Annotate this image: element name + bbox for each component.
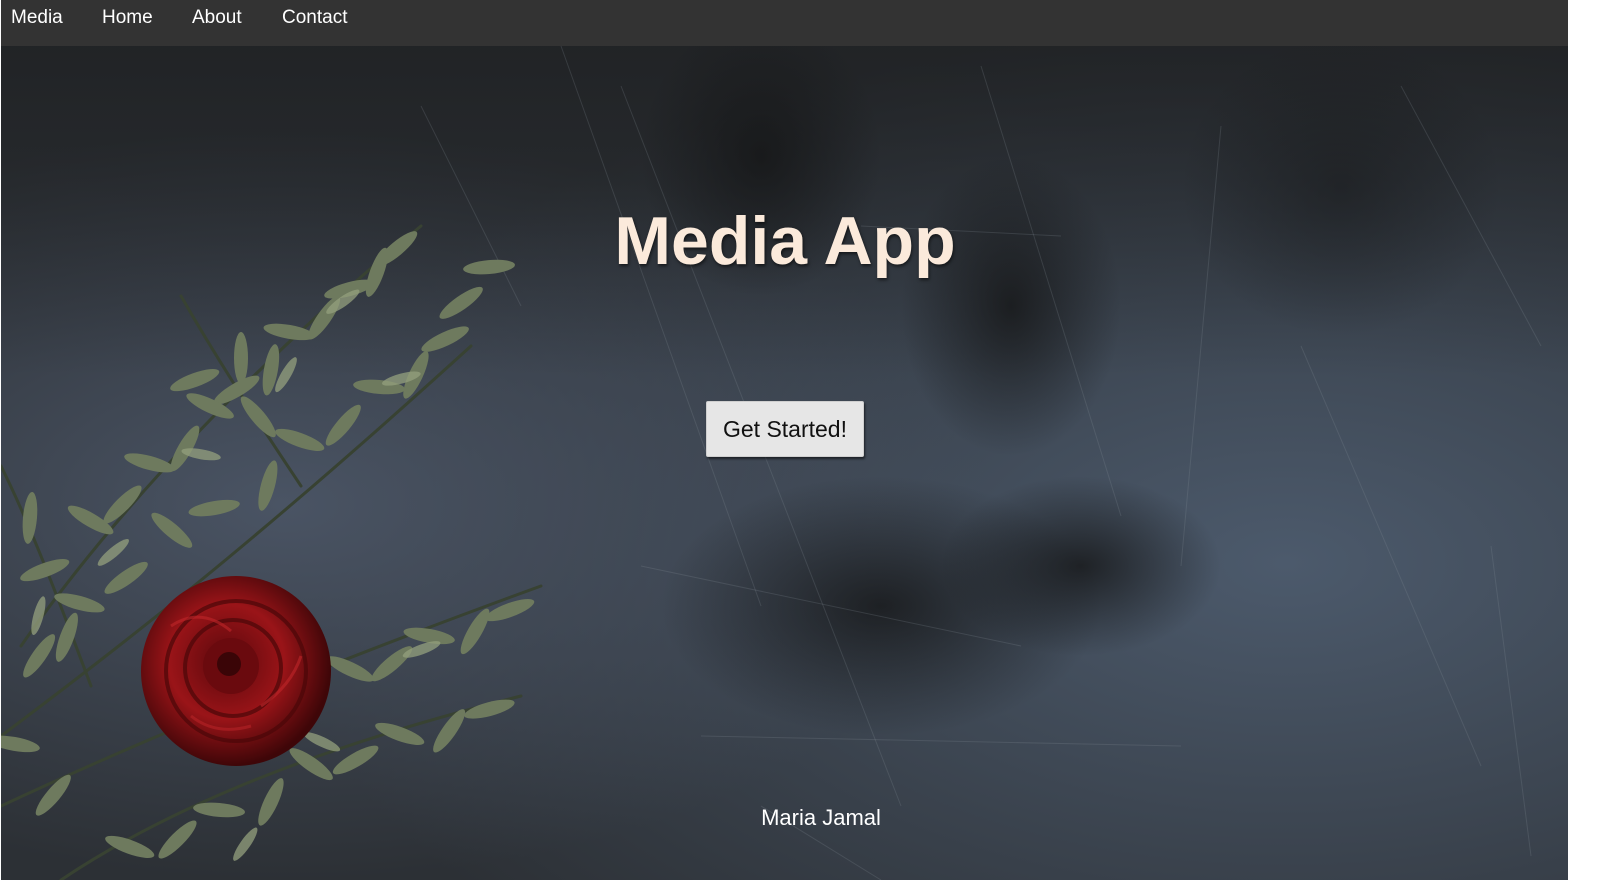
nav-link-contact[interactable]: Contact — [282, 6, 347, 30]
top-navbar: Media Home About Contact — [1, 0, 1568, 46]
hero-background-image — [1, 46, 1568, 880]
get-started-button[interactable]: Get Started! — [706, 401, 864, 457]
nav-brand-media[interactable]: Media — [11, 6, 63, 30]
nav-link-about[interactable]: About — [192, 6, 242, 30]
app-window: Media Home About Contact Media App Get S… — [1, 0, 1568, 880]
nav-link-home[interactable]: Home — [102, 6, 153, 30]
hero-title: Media App — [614, 203, 956, 279]
red-rose-flower — [141, 576, 331, 766]
author-name: Maria Jamal — [761, 805, 881, 830]
hero-section: Media App Get Started! Maria Jamal — [1, 46, 1568, 880]
